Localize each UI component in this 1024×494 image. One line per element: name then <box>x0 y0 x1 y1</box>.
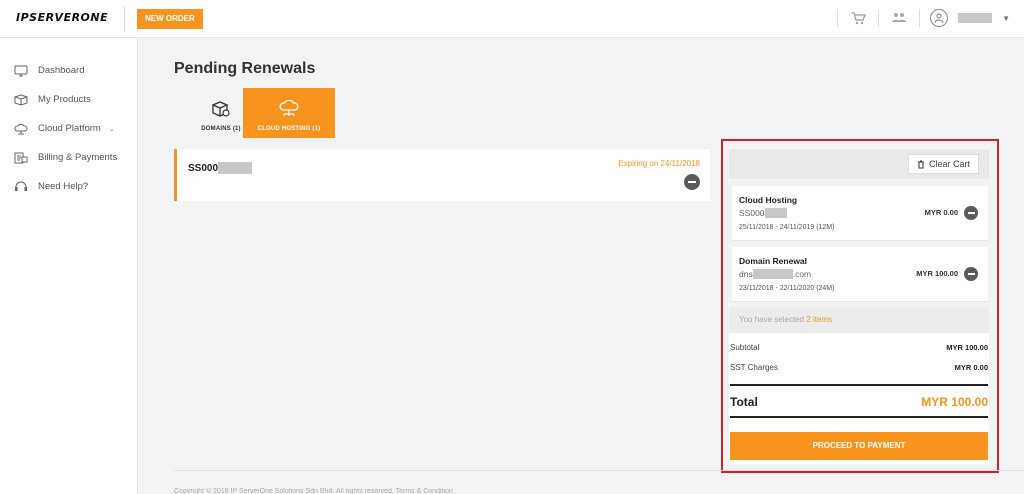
total-value: MYR 100.00 <box>921 395 988 409</box>
cart-header: Clear Cart <box>729 149 989 179</box>
divider <box>878 9 880 27</box>
sst-row: SST Charges MYR 0.00 <box>730 363 988 372</box>
divider <box>730 384 988 386</box>
logo[interactable]: IPSERVERONE <box>16 11 108 24</box>
sidebar-item-my-products[interactable]: My Products <box>0 85 137 114</box>
sidebar: Dashboard My Products Cloud Platform ⌄ B… <box>0 38 138 494</box>
sidebar-item-cloud-platform[interactable]: Cloud Platform ⌄ <box>0 114 137 143</box>
trash-icon <box>917 160 924 168</box>
footer-divider <box>174 470 1024 471</box>
top-icons: ▼ <box>837 8 1010 28</box>
divider <box>837 9 839 27</box>
page-title: Pending Renewals <box>174 60 316 77</box>
divider <box>730 416 988 418</box>
divider <box>919 9 921 27</box>
cloud-icon <box>14 123 28 134</box>
sidebar-item-billing[interactable]: Billing & Payments <box>0 143 137 172</box>
cart-icon[interactable] <box>848 8 868 28</box>
remove-icon[interactable] <box>684 174 700 190</box>
cart-item-sub-suffix: .com <box>792 269 812 279</box>
tab-label: CLOUD HOSTING (1) <box>257 126 321 132</box>
top-bar: IPSERVERONE NEW ORDER ▼ <box>0 0 1024 38</box>
cart-item-subtitle: dns .com <box>739 269 811 279</box>
tab-label: DOMAINS (1) <box>201 126 241 132</box>
renewal-id: SS000 <box>188 162 253 174</box>
headset-icon <box>15 181 27 191</box>
subtotal-value: MYR 100.00 <box>946 343 988 352</box>
renewal-id-text: SS000 <box>188 162 219 174</box>
chevron-down-icon[interactable]: ▼ <box>1002 14 1010 23</box>
chevron-down-icon: ⌄ <box>108 125 115 133</box>
cart-item-price: MYR 100.00 <box>916 269 958 278</box>
redacted-block <box>218 162 253 174</box>
sidebar-item-dashboard[interactable]: Dashboard <box>0 56 137 85</box>
sidebar-item-label: Cloud Platform <box>38 123 101 134</box>
sst-value: MYR 0.00 <box>954 363 988 372</box>
clear-cart-button[interactable]: Clear Cart <box>907 154 979 174</box>
cart-panel: Clear Cart Cloud Hosting SS000 25/11/201… <box>729 149 989 464</box>
sidebar-item-label: Need Help? <box>38 181 89 192</box>
selected-count-bar: You have selected 2 items <box>729 307 989 333</box>
box-icon <box>14 93 28 106</box>
renewal-card[interactable]: SS000 Expiring on 24/11/2018 <box>174 149 710 201</box>
cloud-network-icon <box>279 100 299 116</box>
cart-item-cloud-hosting: Cloud Hosting SS000 25/11/2018 - 24/11/2… <box>732 186 988 241</box>
proceed-to-payment-button[interactable]: PROCEED TO PAYMENT <box>730 432 988 460</box>
remove-icon[interactable] <box>964 267 978 281</box>
sidebar-item-label: My Products <box>38 94 91 105</box>
total-label: Total <box>730 395 758 409</box>
server-box-icon <box>211 101 230 117</box>
user-name-redacted[interactable] <box>958 13 993 23</box>
cart-item-domain-renewal: Domain Renewal dns .com 23/11/2018 - 22/… <box>732 247 988 302</box>
cart-item-title: Cloud Hosting <box>739 195 798 205</box>
sidebar-item-label: Dashboard <box>38 65 85 76</box>
cart-item-sub-text: dns <box>739 269 753 279</box>
new-order-button[interactable]: NEW ORDER <box>137 9 203 29</box>
tab-cloud-hosting[interactable]: CLOUD HOSTING (1) <box>243 88 335 138</box>
selected-prefix: You have selected <box>739 315 807 324</box>
cart-item-subtitle: SS000 <box>739 208 787 218</box>
redacted-block <box>752 269 793 279</box>
cart-item-dates: 25/11/2018 - 24/11/2019 (12M) <box>739 224 835 231</box>
subtotal-label: Subtotal <box>730 343 760 352</box>
remove-icon[interactable] <box>964 206 978 220</box>
cart-item-dates: 23/11/2018 - 22/11/2020 (24M) <box>739 285 835 292</box>
sidebar-item-label: Billing & Payments <box>38 152 118 163</box>
footer-text: Copyright © 2018 IP ServerOne Solutions … <box>174 488 453 494</box>
users-icon[interactable] <box>889 8 909 28</box>
sst-label: SST Charges <box>730 363 778 372</box>
logo-divider <box>124 6 125 32</box>
cart-item-sub-text: SS000 <box>739 208 765 218</box>
clear-cart-label: Clear Cart <box>928 159 970 169</box>
sidebar-item-need-help[interactable]: Need Help? <box>0 172 137 201</box>
cart-item-price: MYR 0.00 <box>924 208 958 217</box>
avatar-icon[interactable] <box>930 9 949 27</box>
billing-icon <box>14 152 28 163</box>
selected-count[interactable]: 2 items <box>806 315 832 324</box>
monitor-icon <box>14 65 28 76</box>
redacted-block <box>764 208 787 218</box>
subtotal-row: Subtotal MYR 100.00 <box>730 343 988 352</box>
expiry-date: Expiring on 24/11/2018 <box>618 159 700 168</box>
cart-item-title: Domain Renewal <box>739 256 808 266</box>
